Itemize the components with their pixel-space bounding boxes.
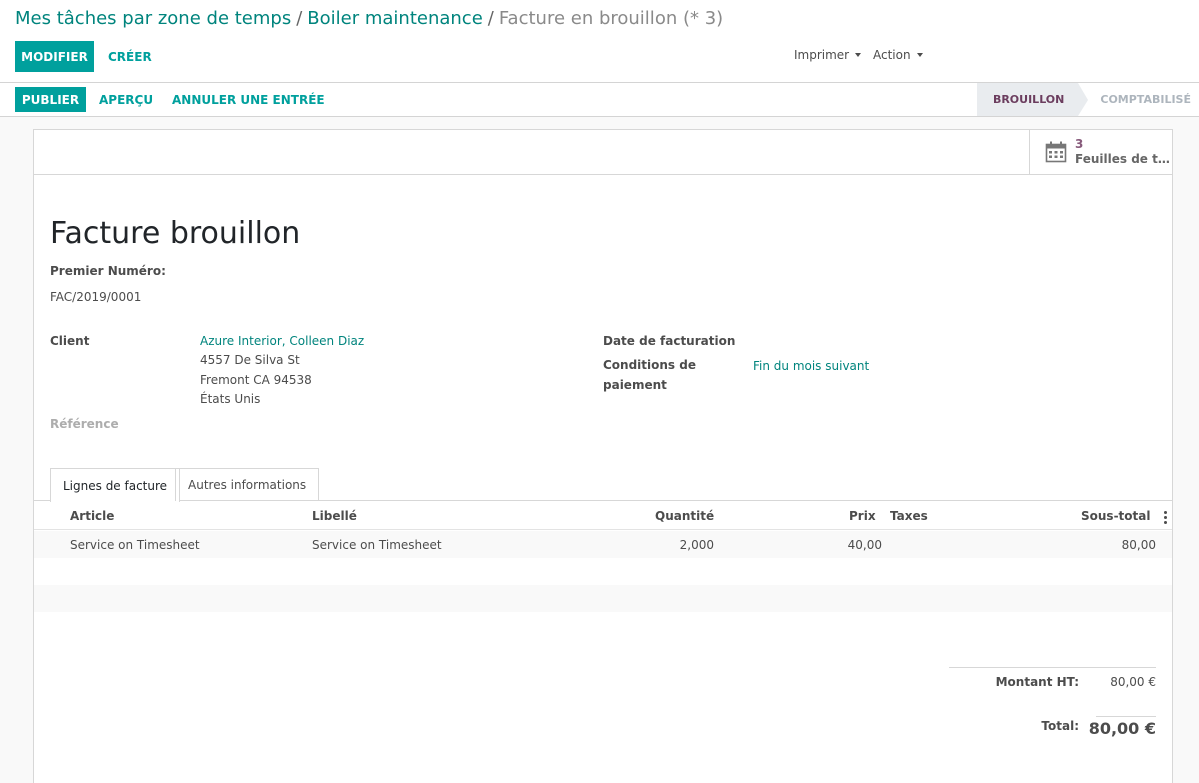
invoice-date-label: Date de facturation — [603, 334, 736, 348]
status-step-draft: BROUILLON — [976, 83, 1089, 116]
status-step-posted: COMPTABILISÉ — [1100, 93, 1191, 106]
untaxed-amount-value: 80,00 € — [1110, 675, 1156, 689]
optional-columns-icon[interactable] — [1164, 511, 1167, 524]
status-bar: PUBLIER APERÇU ANNULER UNE ENTRÉE BROUIL… — [0, 83, 1199, 117]
column-header-subtotal[interactable]: Sous-total — [1081, 509, 1150, 523]
form-sheet: 3 Feuilles de temps Facture brouillon Pr… — [33, 129, 1173, 783]
status-steps: BROUILLON COMPTABILISÉ — [976, 83, 1199, 116]
page-title: Facture brouillon — [50, 216, 301, 251]
chevron-down-icon — [916, 53, 923, 57]
total-label: Total: — [1041, 719, 1079, 733]
chevron-down-icon — [855, 53, 862, 57]
row-label: Service on Timesheet — [312, 538, 442, 552]
calendar-icon — [1045, 141, 1067, 163]
timesheets-label: Feuilles de temps — [1075, 152, 1170, 166]
breadcrumb-separator: / — [487, 8, 494, 29]
column-header-quantity[interactable]: Quantité — [655, 509, 714, 523]
publish-button[interactable]: PUBLIER — [15, 87, 86, 112]
reference-label: Référence — [50, 417, 119, 431]
client-address-line3: États Unis — [200, 392, 261, 406]
cancel-entry-button[interactable]: ANNULER UNE ENTRÉE — [172, 87, 325, 112]
print-label: Imprimer — [794, 48, 850, 62]
column-header-label[interactable]: Libellé — [312, 509, 357, 523]
row-subtotal: 80,00 — [1121, 538, 1156, 552]
column-header-taxes[interactable]: Taxes — [890, 509, 928, 523]
breadcrumb-item-boiler[interactable]: Boiler maintenance — [307, 8, 482, 29]
table-row-empty — [34, 558, 1172, 585]
lines-table-header: Article Libellé Quantité Prix Taxes Sous… — [34, 502, 1172, 530]
payment-terms-label-1: Conditions de — [603, 358, 696, 372]
tab-invoice-lines[interactable]: Lignes de facture — [50, 468, 181, 502]
timesheets-smart-button[interactable]: 3 Feuilles de temps — [1029, 130, 1172, 174]
timesheets-count: 3 — [1075, 137, 1084, 151]
total-value: 80,00 € — [1088, 719, 1156, 738]
untaxed-amount-label: Montant HT: — [995, 675, 1079, 689]
payment-terms-label-2: paiement — [603, 378, 667, 392]
button-box: 3 Feuilles de temps — [34, 130, 1172, 175]
first-number-value: FAC/2019/0001 — [50, 290, 142, 304]
breadcrumb-current: Facture en brouillon (* 3) — [498, 8, 724, 29]
breadcrumb-separator: / — [296, 8, 303, 29]
preview-button[interactable]: APERÇU — [99, 87, 153, 112]
print-dropdown[interactable]: Imprimer — [794, 48, 862, 62]
row-article: Service on Timesheet — [70, 538, 200, 552]
action-label: Action — [873, 48, 911, 62]
table-row[interactable]: Service on Timesheet Service on Timeshee… — [34, 531, 1172, 558]
column-header-article[interactable]: Article — [70, 509, 114, 523]
notebook-tabs: Lignes de facture Autres informations — [34, 468, 1172, 502]
smart-button-text: 3 Feuilles de temps — [1075, 137, 1170, 167]
client-address-line2: Fremont CA 94538 — [200, 373, 312, 387]
control-panel: Mes tâches par zone de temps / Boiler main… — [0, 0, 1199, 83]
total-divider — [1096, 716, 1156, 717]
edit-button[interactable]: MODIFIER — [15, 41, 94, 72]
client-link[interactable]: Azure Interior, Colleen Diaz — [200, 334, 364, 348]
payment-terms-link[interactable]: Fin du mois suivant — [753, 359, 869, 373]
breadcrumb: Mes tâches par zone de temps / Boiler main… — [15, 8, 723, 29]
client-address-line1: 4557 De Silva St — [200, 353, 300, 367]
totals-divider — [949, 667, 1156, 668]
tab-other-info[interactable]: Autres informations — [175, 468, 320, 501]
first-number-label: Premier Numéro: — [50, 264, 166, 278]
column-header-price[interactable]: Prix — [849, 509, 876, 523]
client-label: Client — [50, 334, 90, 348]
row-quantity: 2,000 — [679, 538, 714, 552]
row-price: 40,00 — [847, 538, 882, 552]
table-row-empty — [34, 585, 1172, 612]
breadcrumb-item-timesheet[interactable]: Mes tâches par zone de temps — [15, 8, 291, 29]
create-button[interactable]: CRÉER — [108, 41, 152, 72]
action-dropdown[interactable]: Action — [873, 48, 923, 62]
